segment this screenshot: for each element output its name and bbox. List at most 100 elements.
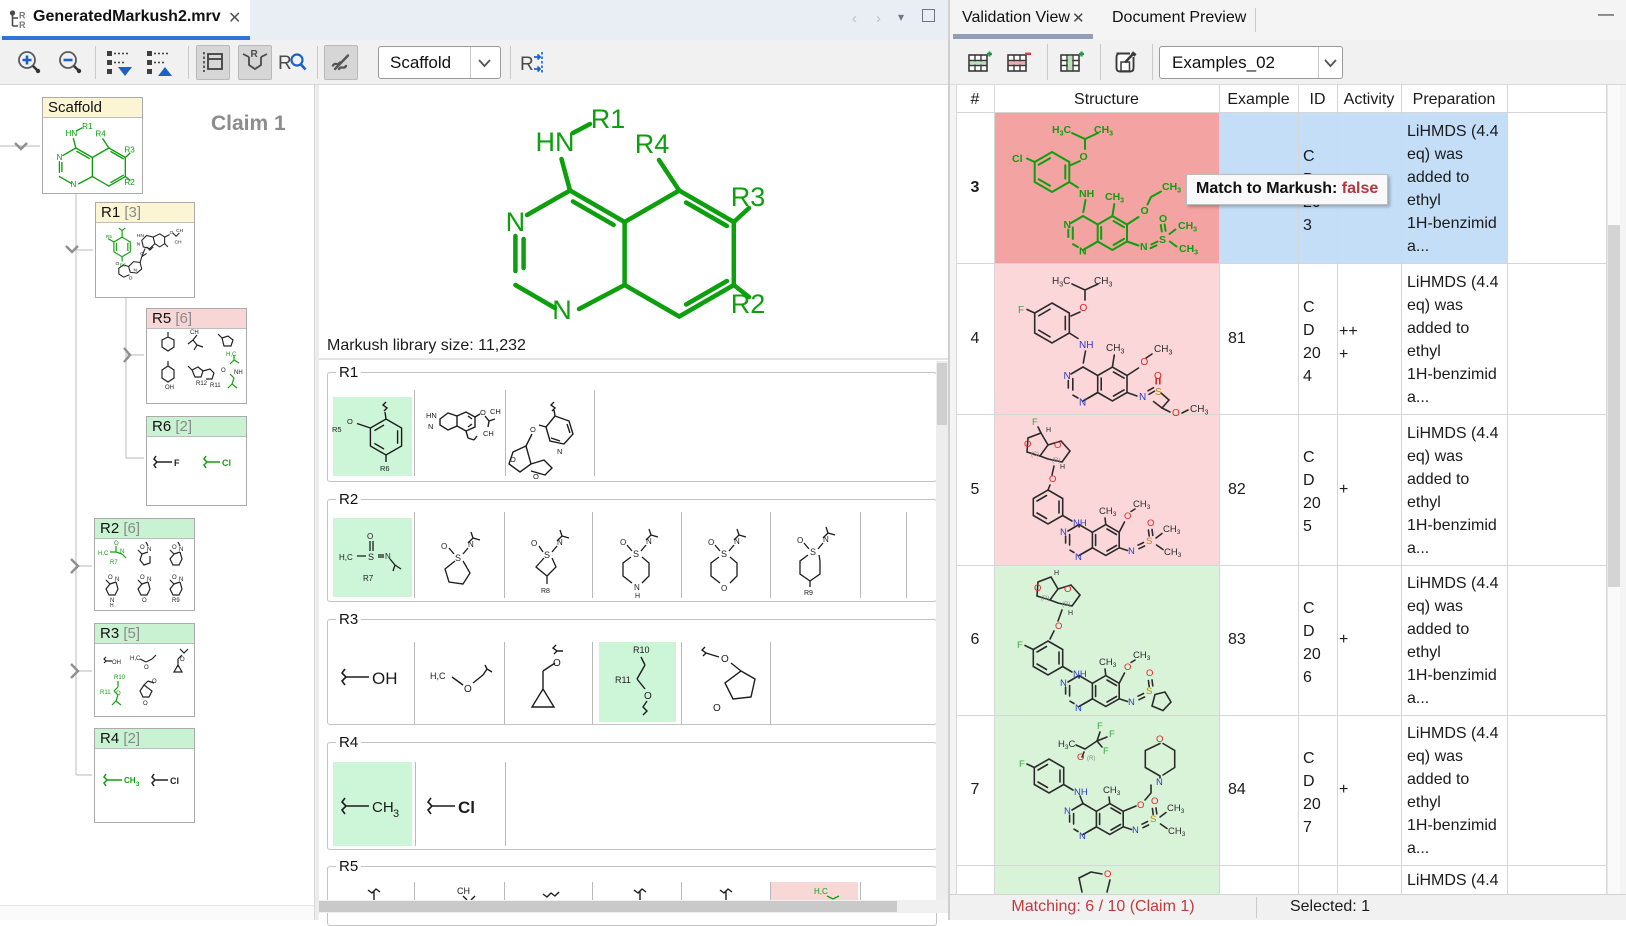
svg-text:F: F	[174, 458, 180, 468]
svg-text:CH: CH	[483, 429, 494, 438]
svg-text:O: O	[1080, 151, 1088, 163]
svg-text:CH: CH	[190, 330, 199, 336]
svg-text:S: S	[455, 553, 461, 563]
svg-text:NH: NH	[1079, 188, 1094, 200]
svg-text:O: O	[1159, 213, 1167, 225]
svg-text:O: O	[143, 701, 148, 707]
svg-text:N: N	[557, 447, 562, 456]
svg-text:O: O	[1141, 205, 1149, 217]
svg-text:O: O	[367, 532, 373, 541]
svg-text:H: H	[1060, 464, 1065, 471]
svg-text:CH3: CH3	[1167, 803, 1185, 815]
svg-text:NH: NH	[1074, 787, 1088, 798]
svg-text:Cl: Cl	[170, 776, 179, 786]
svg-text:R: R	[278, 53, 292, 74]
svg-text:O: O	[708, 538, 714, 547]
svg-text:N: N	[1139, 392, 1146, 403]
svg-text:N: N	[823, 535, 829, 544]
svg-text:O: O	[142, 598, 147, 604]
svg-text:N: N	[115, 577, 119, 583]
svg-text:S: S	[368, 552, 374, 562]
svg-text:S: S	[1146, 686, 1152, 697]
svg-text:H3C: H3C	[1058, 739, 1076, 751]
svg-text:O: O	[1124, 662, 1131, 673]
svg-text:R5: R5	[106, 234, 113, 240]
svg-text:HN: HN	[137, 233, 145, 239]
svg-text:R11: R11	[210, 383, 221, 389]
svg-text:CH: CH	[372, 799, 394, 816]
svg-text:H,C: H,C	[430, 671, 446, 681]
svg-text:N: N	[179, 547, 183, 553]
svg-text:R10: R10	[114, 675, 126, 681]
svg-text:R: R	[520, 54, 534, 75]
svg-text:N: N	[1064, 371, 1071, 382]
svg-text:(R): (R)	[1062, 602, 1070, 608]
svg-text:O: O	[170, 230, 174, 236]
svg-text:Cl: Cl	[458, 798, 475, 817]
svg-text:R7: R7	[110, 560, 118, 566]
svg-text:N: N	[147, 547, 151, 553]
svg-text:Cl: Cl	[222, 458, 231, 468]
svg-text:O: O	[140, 251, 144, 257]
svg-text:O: O	[1077, 752, 1084, 763]
svg-text:O: O	[1049, 474, 1056, 485]
svg-text:3: 3	[136, 782, 140, 788]
svg-text:H,C: H,C	[226, 352, 237, 358]
svg-text:R5: R5	[332, 425, 342, 434]
svg-text:O: O	[530, 425, 536, 434]
svg-text:O: O	[144, 665, 149, 671]
svg-text:N: N	[1064, 806, 1071, 817]
svg-text:R10: R10	[633, 645, 650, 655]
svg-text:CH3: CH3	[1094, 124, 1113, 138]
svg-text:R11: R11	[615, 675, 631, 685]
svg-text:O: O	[172, 575, 177, 581]
svg-text:N: N	[1075, 552, 1082, 563]
svg-text:CH3: CH3	[1103, 785, 1121, 797]
svg-text:O: O	[1151, 796, 1158, 807]
svg-text:O: O	[1034, 583, 1041, 594]
svg-text:R12: R12	[196, 381, 208, 387]
svg-text:NH: NH	[234, 370, 243, 376]
svg-text:H,C: H,C	[814, 887, 828, 896]
svg-text:N: N	[646, 537, 652, 546]
svg-text:CH3: CH3	[1163, 524, 1181, 536]
svg-text:F: F	[1019, 759, 1025, 770]
svg-text:CH3: CH3	[1106, 343, 1124, 356]
svg-text:N: N	[1079, 398, 1086, 409]
svg-text:CH3: CH3	[1105, 191, 1124, 205]
svg-text:O: O	[713, 703, 721, 714]
svg-text:N: N	[634, 583, 640, 592]
svg-text:H3C: H3C	[1052, 124, 1072, 138]
svg-text:O: O	[1064, 584, 1071, 595]
svg-text:O: O	[116, 261, 120, 267]
svg-text:F: F	[1017, 640, 1023, 651]
svg-text:N: N	[428, 422, 433, 431]
svg-text:N: N	[120, 549, 124, 555]
svg-text:F: F	[1109, 729, 1115, 740]
svg-text:H,C: H,C	[130, 656, 141, 662]
svg-text:N: N	[385, 552, 391, 561]
svg-text:N: N	[734, 537, 740, 546]
svg-text:CH3: CH3	[1179, 243, 1198, 257]
svg-text:O: O	[464, 684, 472, 695]
svg-text:CH: CH	[174, 240, 182, 246]
svg-text:CH: CH	[490, 407, 501, 416]
svg-text:R11: R11	[100, 690, 111, 696]
svg-text:S: S	[1155, 387, 1162, 398]
svg-text:(R): (R)	[1041, 596, 1049, 602]
svg-text:R9: R9	[804, 590, 813, 597]
svg-text:NH: NH	[1073, 669, 1087, 680]
svg-text:O: O	[531, 539, 537, 548]
svg-text:CH3: CH3	[1133, 499, 1151, 511]
svg-text:N: N	[1132, 825, 1139, 836]
svg-text:O: O	[152, 679, 157, 685]
svg-text:(R): (R)	[1087, 756, 1095, 762]
svg-text:H,C: H,C	[339, 553, 353, 562]
svg-text:OH: OH	[112, 660, 121, 666]
svg-text:O: O	[114, 541, 119, 547]
svg-text:OH: OH	[372, 669, 398, 688]
svg-text:R: R	[19, 20, 26, 30]
svg-text:O: O	[1154, 371, 1162, 382]
svg-text:CH: CH	[176, 228, 184, 234]
svg-text:O: O	[797, 536, 803, 545]
